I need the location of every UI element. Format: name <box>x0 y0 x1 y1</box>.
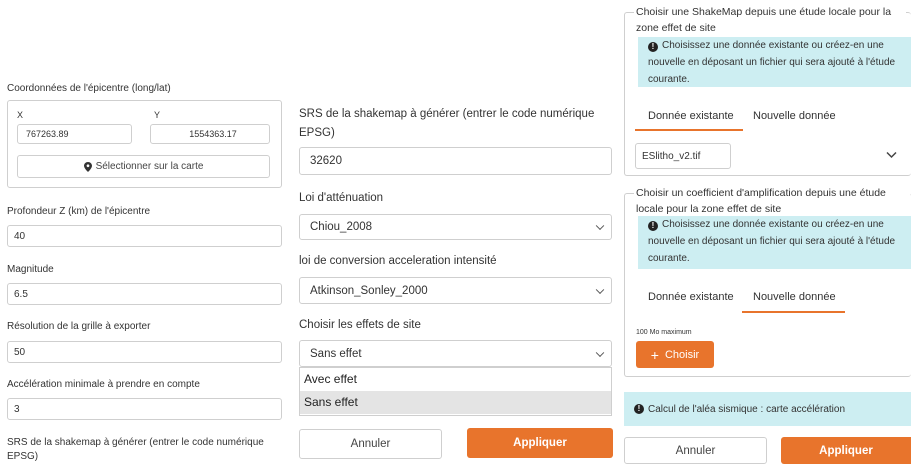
srs-label: SRS de la shakemap à générer (entrer le … <box>299 108 595 139</box>
attenuation-value: Chiou_2008 <box>310 221 373 233</box>
y-label: Y <box>154 110 161 120</box>
choose-file-label: Choisir <box>664 348 700 361</box>
chevron-down-icon[interactable] <box>886 151 897 159</box>
conversion-select[interactable]: Atkinson_Sonley_2000 <box>299 277 612 304</box>
info-circle-icon: ! <box>648 42 658 52</box>
srs-label-left: SRS de la shakemap à générer (entrer le … <box>7 437 264 462</box>
map-marker-icon <box>83 161 92 172</box>
tab-active-underline-2 <box>742 311 845 313</box>
attenuation-label: Loi d'atténuation <box>299 192 384 204</box>
option-with-effect[interactable]: Avec effet <box>300 368 611 391</box>
option-no-effect[interactable]: Sans effet <box>300 391 611 414</box>
apply-button[interactable]: Appliquer <box>467 428 613 458</box>
site-effects-value: Sans effet <box>310 347 362 360</box>
chevron-down-icon <box>595 348 605 357</box>
tab-new-data-2[interactable]: Nouvelle donnée <box>753 291 836 303</box>
resolution-input[interactable]: 50 <box>7 341 282 363</box>
magnitude-label: Magnitude <box>7 264 54 275</box>
shakemap-info-box: ! Choisissez une donnée existante ou crée… <box>638 37 911 87</box>
tab-existing-data[interactable]: Donnée existante <box>648 110 734 122</box>
choose-file-button[interactable]: + Choisir <box>636 341 714 368</box>
tab-existing-data-2[interactable]: Donnée existante <box>648 291 734 303</box>
attenuation-select[interactable]: Chiou_2008 <box>299 214 612 240</box>
shakemap-title: Choisir une ShakeMap depuis une étude lo… <box>634 4 906 36</box>
site-effects-dropdown: Avec effet Sans effet <box>299 367 612 416</box>
calc-info-box: ! Calcul de l'aléa sismique : carte accél… <box>624 392 911 426</box>
amplification-title: Choisir un coefficient d'amplification d… <box>634 185 910 217</box>
y-coordinate-input[interactable]: 1554363.17 <box>150 124 270 144</box>
depth-input[interactable]: 40 <box>7 225 282 247</box>
epicenter-coords-label: Coordonnées de l'épicentre (long/lat) <box>7 83 171 94</box>
info-circle-icon: ! <box>634 404 644 414</box>
conversion-value: Atkinson_Sonley_2000 <box>310 284 428 297</box>
max-size-label: 100 Mo maximum <box>636 329 692 336</box>
shakemap-info-text: Choisissez une donnée existante ou créez… <box>648 40 896 85</box>
shakemap-file-select[interactable]: ESlitho_v2.tif <box>635 143 731 169</box>
resolution-label: Résolution de la grille à exporter <box>7 321 151 332</box>
srs-input[interactable]: 32620 <box>299 147 612 175</box>
x-coordinate-input[interactable]: 767263.89 <box>17 124 132 144</box>
chevron-down-icon <box>595 285 605 294</box>
plus-icon: + <box>650 346 659 363</box>
min-acceleration-input[interactable]: 3 <box>7 398 282 420</box>
tab-active-underline <box>635 129 743 131</box>
calc-info-text: Calcul de l'aléa sismique : carte accélé… <box>648 403 846 415</box>
tab-new-data[interactable]: Nouvelle donnée <box>753 110 836 122</box>
select-on-map-label: Sélectionner sur la carte <box>95 161 204 172</box>
x-label: X <box>17 110 24 120</box>
amplification-info-text: Choisissez une donnée existante ou créez… <box>648 219 896 264</box>
conversion-label: loi de conversion acceleration intensité <box>299 255 497 267</box>
site-effects-label: Choisir les effets de site <box>299 319 421 331</box>
magnitude-input[interactable]: 6.5 <box>7 283 282 305</box>
chevron-down-icon <box>595 221 605 231</box>
apply-button-right[interactable]: Appliquer <box>781 437 911 464</box>
cancel-button-right[interactable]: Annuler <box>624 437 767 464</box>
info-circle-icon: ! <box>648 221 658 231</box>
amplification-info-box: ! Choisissez une donnée existante ou crée… <box>638 216 911 269</box>
select-on-map-button[interactable]: Sélectionner sur la carte <box>17 155 270 178</box>
site-effects-select[interactable]: Sans effet <box>299 340 612 367</box>
depth-label: Profondeur Z (km) de l'épicentre <box>7 206 151 217</box>
min-acceleration-label: Accélération minimale à prendre en compt… <box>7 379 200 390</box>
cancel-button[interactable]: Annuler <box>299 429 442 459</box>
